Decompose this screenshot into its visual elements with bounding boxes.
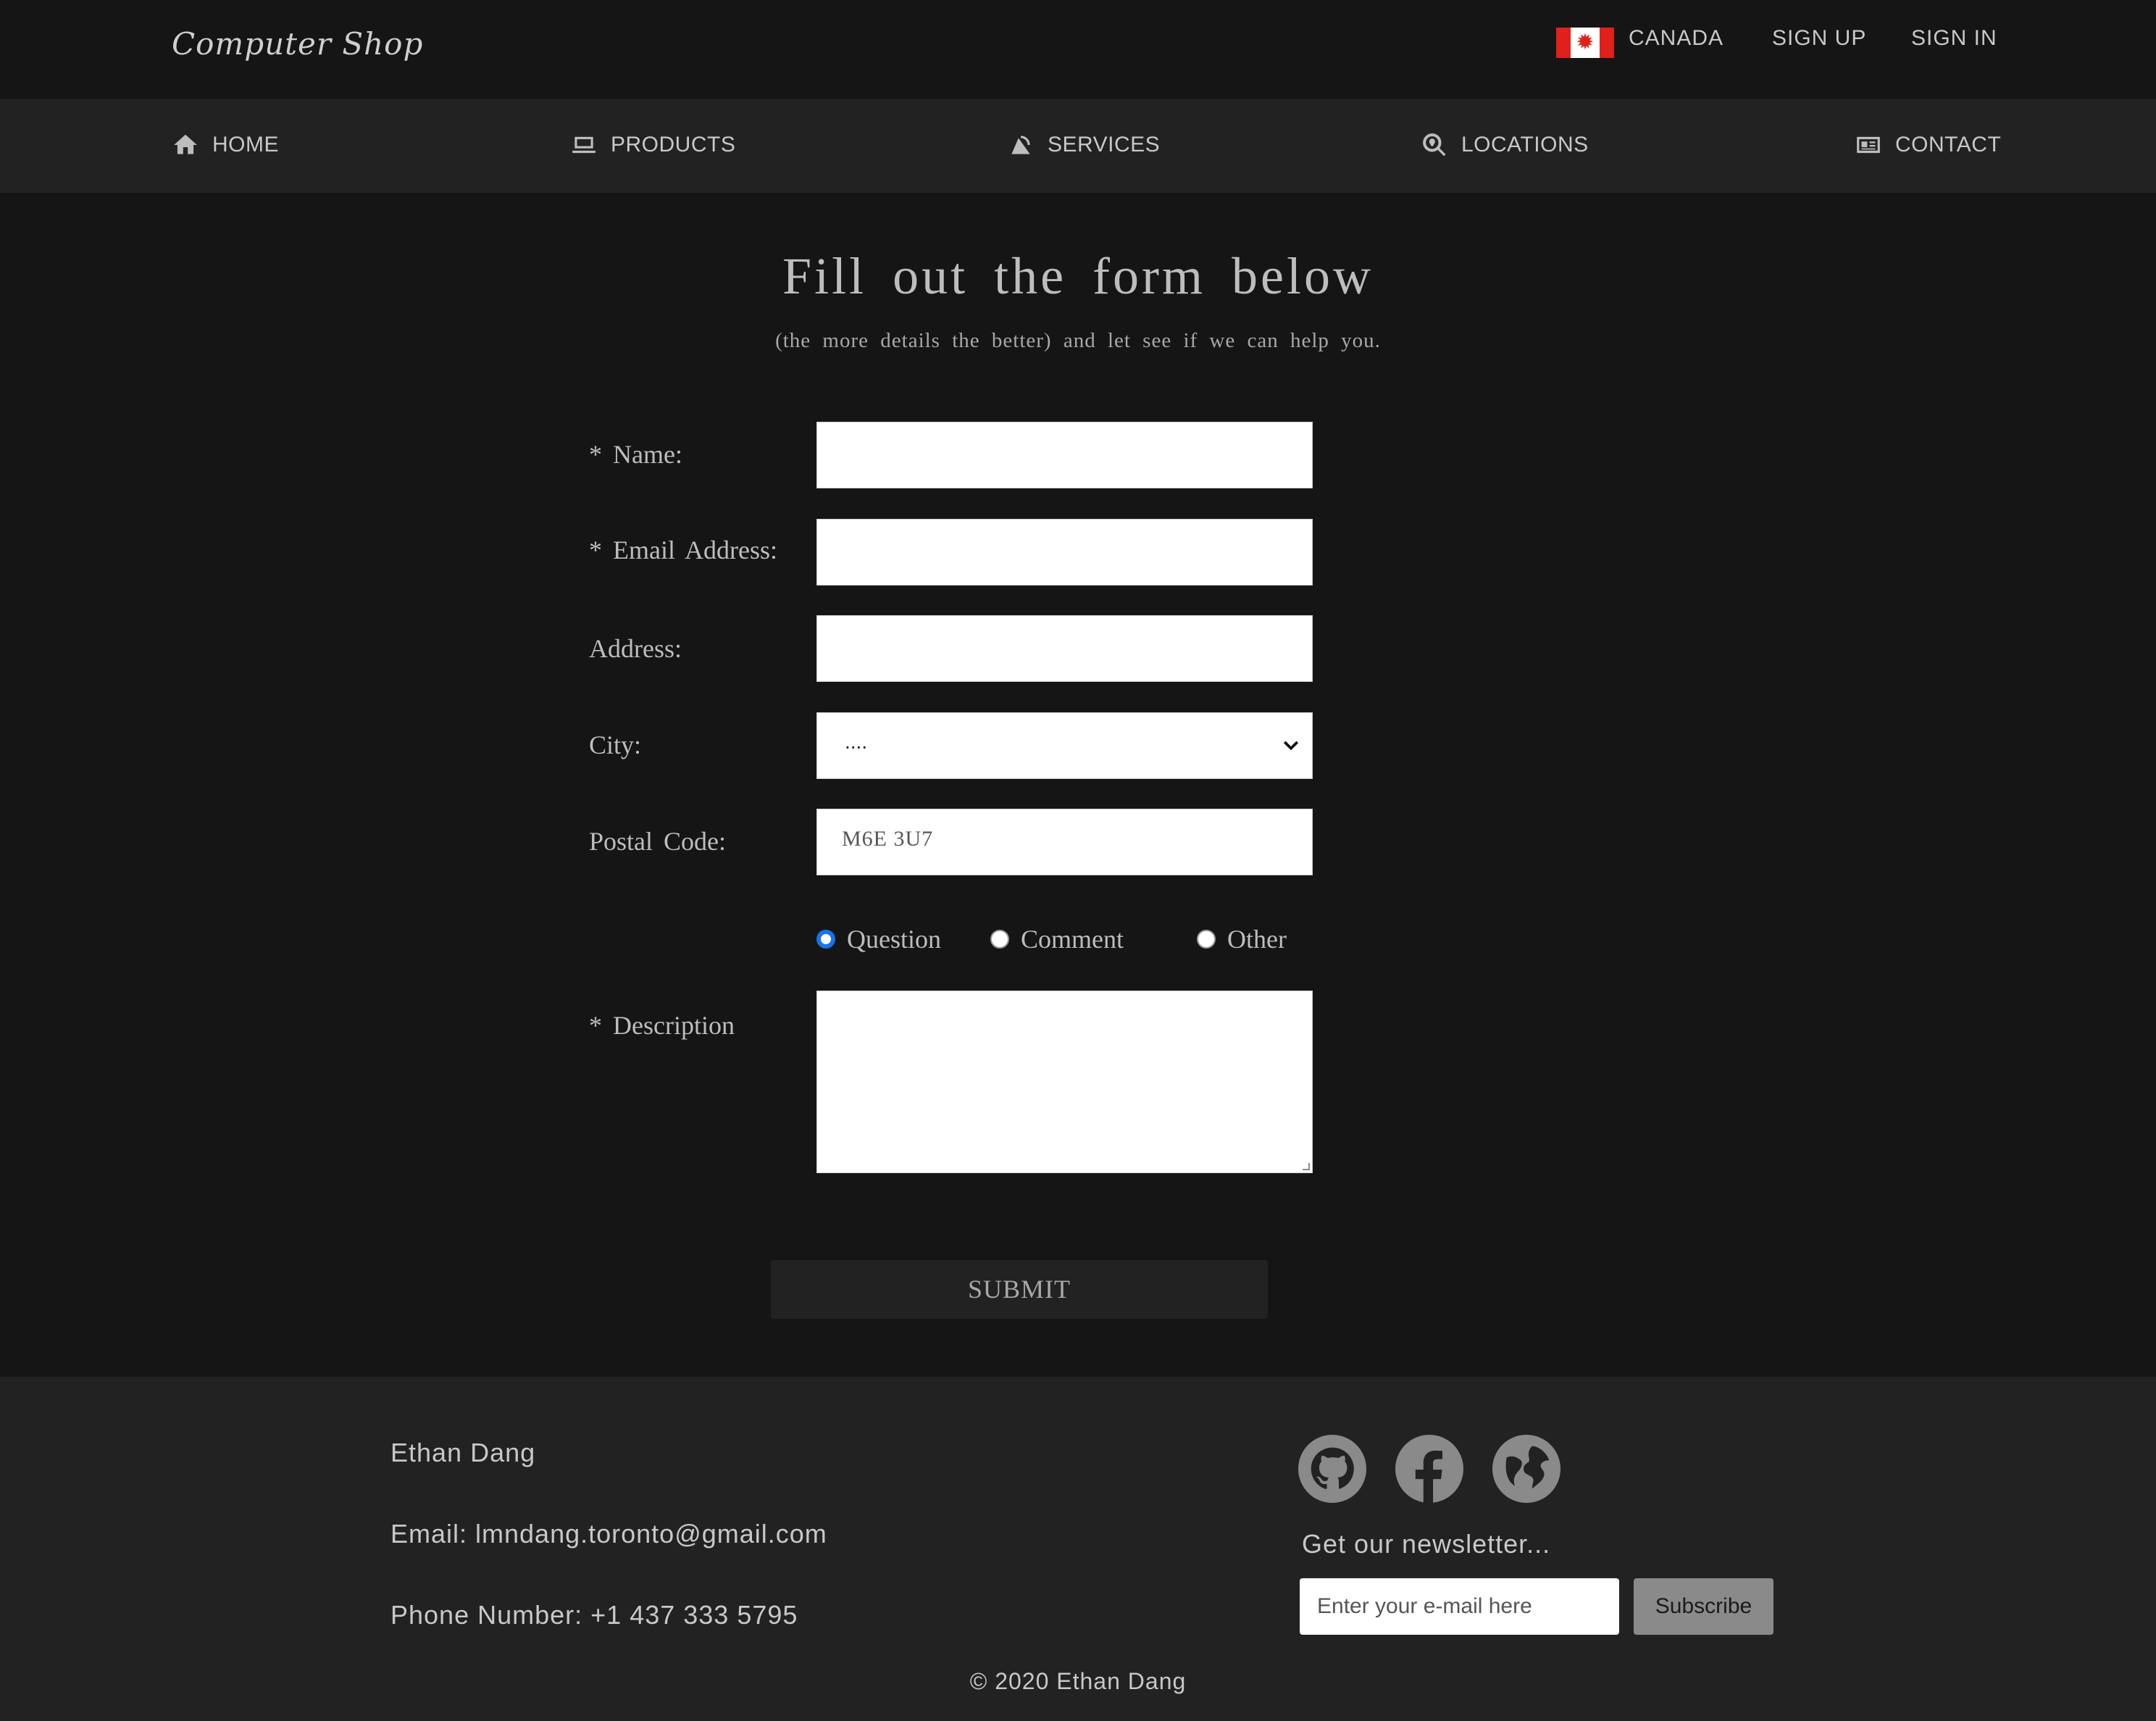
nav-item-locations[interactable]: LOCATIONS [1421,131,1589,159]
radio-label: Question [847,925,941,954]
canada-flag-icon: ✹ [1556,28,1614,58]
radio-label: Other [1227,925,1287,954]
top-bar: Computer Shop ✹ CANADA SIGN UP SIGN IN [0,0,2156,99]
nav-item-label: CONTACT [1895,133,2002,157]
city-select[interactable]: .... [816,712,1313,779]
search-location-icon [1423,133,1446,157]
postal-code-label: Postal Code: [589,827,727,856]
nav-item-contact[interactable]: CONTACT [1855,131,2001,159]
radio-other[interactable]: Other [1197,924,1287,954]
nav-item-products[interactable]: PRODUCTS [570,131,735,159]
laptop-icon [572,136,596,154]
form-title: Fill out the form below [782,247,1374,305]
sign-in-link[interactable]: SIGN IN [1911,26,1997,51]
email-field[interactable] [816,519,1313,586]
satellite-dish-icon [1011,136,1030,154]
radio-comment[interactable]: Comment [990,924,1124,954]
name-label: * Name: [589,440,682,469]
radio-question[interactable]: Question [816,924,941,954]
id-card-icon [1857,136,1880,154]
description-label: * Description [589,1011,735,1040]
nav-item-home[interactable]: HOME [172,131,279,159]
footer-name: Ethan Dang [390,1438,536,1467]
nav-item-label: HOME [212,133,279,157]
city-select-value: .... [845,730,868,753]
nav-item-label: LOCATIONS [1461,133,1589,157]
radio-button[interactable] [1197,930,1216,949]
city-label: City: [589,730,642,759]
footer-phone: Phone Number: +1 437 333 5795 [390,1600,798,1630]
address-label: Address: [589,634,682,663]
site-logo[interactable]: Computer Shop [172,26,423,62]
facebook-icon[interactable] [1395,1435,1463,1503]
form-subtitle: (the more details the better) and let se… [775,329,1381,352]
nav-item-label: SERVICES [1048,133,1161,157]
newsletter-email-input[interactable]: Enter your e-mail here [1300,1578,1619,1635]
chevron-down-icon [1283,741,1299,751]
postal-code-field[interactable]: M6E 3U7 [816,809,1313,875]
newsletter-email-placeholder: Enter your e-mail here [1317,1594,1532,1618]
radio-label: Comment [1021,925,1124,954]
subscribe-button[interactable]: Subscribe [1634,1578,1773,1635]
github-icon[interactable] [1298,1435,1366,1503]
address-field[interactable] [816,615,1313,682]
globe-icon[interactable] [1492,1435,1560,1503]
resize-handle-icon[interactable] [1303,1163,1310,1170]
home-icon [174,134,197,154]
email-label: * Email Address: [589,536,777,564]
copyright: © 2020 Ethan Dang [969,1668,1187,1694]
postal-code-placeholder: M6E 3U7 [842,827,934,851]
submit-button[interactable]: SUBMIT [771,1260,1268,1319]
nav-item-label: PRODUCTS [611,133,736,157]
footer-email[interactable]: Email: lmndang.toronto@gmail.com [390,1519,827,1549]
radio-button[interactable] [990,930,1009,949]
description-textarea[interactable] [816,991,1313,1173]
radio-button-selected[interactable] [816,930,835,949]
main-nav: HOME PRODUCTS SERVICES LOCATIONS CONTACT [0,99,2156,193]
sign-up-link[interactable]: SIGN UP [1772,26,1866,51]
newsletter-title: Get our newsletter... [1302,1529,1551,1559]
name-field[interactable] [816,422,1313,488]
country-link[interactable]: CANADA [1629,26,1723,51]
nav-item-services[interactable]: SERVICES [1007,131,1160,159]
